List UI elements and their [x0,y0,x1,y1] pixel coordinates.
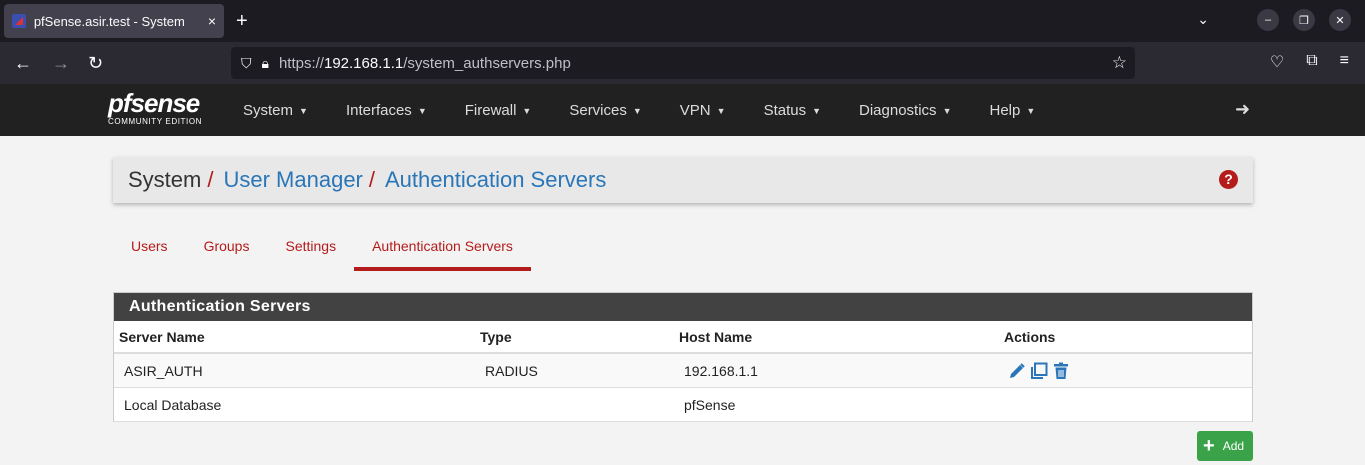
caret-down-icon: ▼ [522,105,532,116]
reload-icon[interactable]: ↻ [88,52,103,74]
plus-icon: + [1203,435,1215,457]
host-name-cell: 192.168.1.1 [684,362,758,379]
breadcrumb-separator: / [368,167,375,192]
breadcrumb: System / User Manager / Authentication S… [113,157,1253,203]
menu-firewall[interactable]: Firewall ▼ [465,102,532,119]
breadcrumb-auth-servers[interactable]: Authentication Servers [385,167,606,193]
breadcrumb-separator: / [207,167,214,192]
auth-servers-panel: Authentication Servers Server Name Type … [113,292,1253,422]
help-icon[interactable]: ? [1219,170,1238,189]
caret-down-icon: ▼ [942,105,952,116]
restore-icon[interactable]: ❐ [1293,9,1315,31]
url-text[interactable]: https://192.168.1.1/system_authservers.p… [279,55,571,72]
row-actions [1007,361,1071,381]
tab-title: pfSense.asir.test - System [33,13,185,29]
tab-authentication-servers[interactable]: Authentication Servers [354,228,531,271]
new-tab-button[interactable]: + [236,9,248,33]
browser-tab-bar: pfSense.asir.test - System × + ⌄ – ❐ ✕ [0,0,1365,42]
tab-users[interactable]: Users [113,228,186,271]
caret-down-icon: ▼ [632,105,642,116]
pfsense-favicon-icon [12,14,26,28]
url-bar[interactable]: ⛉ 🔒︎ https://192.168.1.1/system_authserv… [231,47,1135,79]
table-header: Server Name Type Host Name Actions [114,321,1252,354]
caret-down-icon: ▼ [299,105,308,116]
close-window-icon[interactable]: ✕ [1329,9,1351,31]
copy-icon[interactable] [1029,361,1049,381]
menu-system[interactable]: System ▼ [243,102,308,119]
logo-text: pfsense [108,88,200,118]
add-button[interactable]: + Add [1197,431,1253,461]
caret-down-icon: ▼ [812,105,822,116]
breadcrumb-root: System [128,167,202,192]
lock-icon[interactable]: 🔒︎ [262,55,269,72]
browser-tab[interactable]: pfSense.asir.test - System × [4,4,224,38]
back-icon[interactable]: ← [14,52,32,74]
column-header-host-name: Host Name [679,328,753,345]
host-name-cell: pfSense [684,396,736,413]
server-name-cell: Local Database [124,396,222,413]
pfsense-logo[interactable]: pfsense COMMUNITY EDITION [108,90,202,126]
menu-help[interactable]: Help ▼ [989,102,1035,119]
browser-nav-bar: ← → ↻ ⛉ 🔒︎ https://192.168.1.1/system_au… [0,42,1365,84]
caret-down-icon: ▼ [1026,105,1036,116]
window-controls: ⌄ – ❐ ✕ [1197,9,1351,31]
column-header-actions: Actions [1004,328,1056,345]
forward-icon[interactable]: → [52,52,70,74]
menu-diagnostics[interactable]: Diagnostics ▼ [859,102,951,119]
tab-settings[interactable]: Settings [267,228,354,271]
pfsense-navbar: pfsense COMMUNITY EDITION System ▼ Interf… [0,84,1365,136]
column-header-server-name: Server Name [119,328,205,345]
toolbar-icons: ♡ ⧉ ≡ [1270,52,1349,72]
menu-interfaces[interactable]: Interfaces ▼ [346,102,427,119]
main-menu: System ▼ Interfaces ▼ Firewall ▼ Services ▼ … [243,84,1073,136]
logout-icon[interactable]: ➜ [1235,99,1250,120]
pocket-icon[interactable]: ♡ [1270,52,1284,72]
tab-groups[interactable]: Groups [186,228,268,271]
bookmark-star-icon[interactable]: ☆ [1112,53,1127,73]
minimize-icon[interactable]: – [1257,9,1279,31]
trash-icon[interactable] [1051,361,1071,381]
column-header-type: Type [480,328,512,345]
server-name-cell: ASIR_AUTH [124,362,203,379]
shield-icon[interactable]: ⛉ [241,55,252,72]
extensions-icon[interactable]: ⧉ [1306,52,1317,72]
menu-vpn[interactable]: VPN ▼ [680,102,726,119]
table-row: Local Database pfSense [114,388,1252,422]
add-button-label: Add [1222,439,1245,453]
menu-services[interactable]: Services ▼ [569,102,641,119]
tab-close-icon[interactable]: × [208,13,216,29]
breadcrumb-user-manager[interactable]: User Manager [223,167,362,193]
edit-icon[interactable] [1007,361,1027,381]
section-tabs: Users Groups Settings Authentication Ser… [113,228,531,272]
caret-down-icon: ▼ [716,105,726,116]
logo-subtitle: COMMUNITY EDITION [108,117,203,126]
menu-status[interactable]: Status ▼ [764,102,821,119]
table-row: ASIR_AUTH RADIUS 192.168.1.1 [114,354,1252,388]
type-cell: RADIUS [485,362,538,379]
panel-title: Authentication Servers [114,293,1252,321]
menu-icon[interactable]: ≡ [1340,52,1349,72]
tab-list-chevron-icon[interactable]: ⌄ [1197,11,1209,31]
caret-down-icon: ▼ [417,105,427,116]
